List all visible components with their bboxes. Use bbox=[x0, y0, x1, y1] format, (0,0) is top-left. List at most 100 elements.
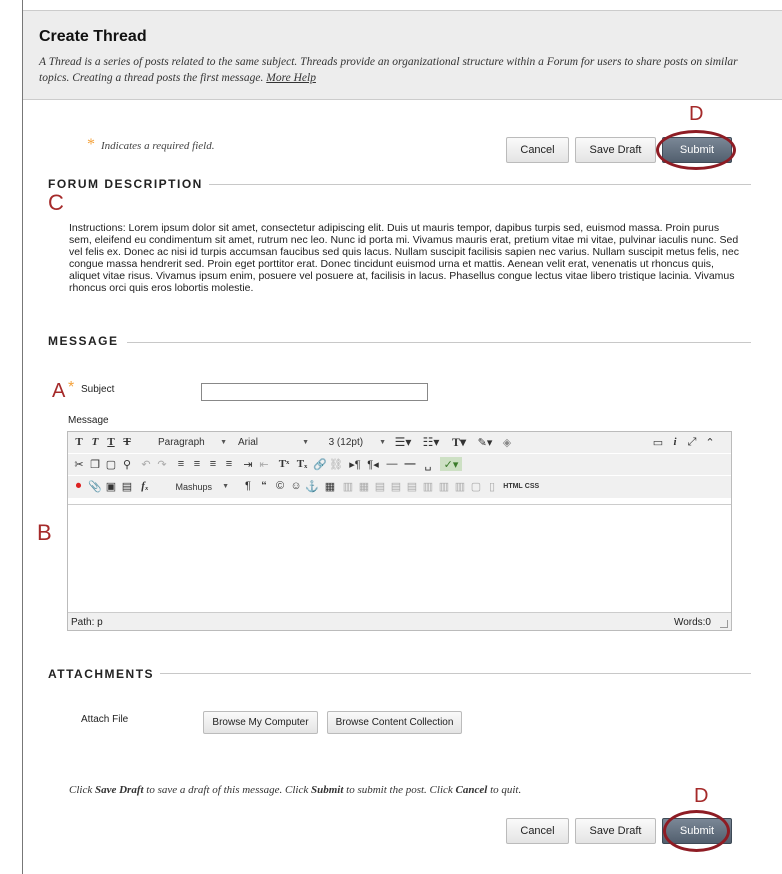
chevron-down-icon: ▼ bbox=[379, 439, 386, 446]
spellcheck-icon[interactable]: ✓▾ bbox=[440, 457, 462, 471]
eraser-icon[interactable]: ◈ bbox=[500, 435, 514, 449]
cancel-button-bottom[interactable]: Cancel bbox=[506, 818, 569, 844]
resize-handle-icon[interactable] bbox=[720, 620, 728, 628]
emoticon-icon[interactable]: ☺ bbox=[290, 479, 302, 493]
font-size-value: 3 (12pt) bbox=[328, 437, 364, 448]
copy-icon[interactable]: ❐ bbox=[89, 457, 101, 471]
align-right-icon[interactable]: ≡ bbox=[207, 457, 219, 471]
horizontal-rule-icon[interactable]: — bbox=[385, 457, 399, 471]
indent-icon[interactable]: ⇥ bbox=[242, 457, 254, 471]
footer-instructions: Click Save Draft to save a draft of this… bbox=[69, 784, 521, 796]
nonbreaking-line-icon[interactable]: — bbox=[403, 457, 417, 471]
fullscreen-icon[interactable]: ⤢ bbox=[685, 435, 699, 449]
annotation-b: B bbox=[37, 520, 52, 545]
redo-icon[interactable]: ↷ bbox=[156, 457, 168, 471]
align-center-icon[interactable]: ≡ bbox=[191, 457, 203, 471]
insert-col-after-icon[interactable]: ▥ bbox=[438, 479, 450, 493]
blockquote-icon[interactable]: “ bbox=[258, 479, 270, 493]
save-draft-button-bottom[interactable]: Save Draft bbox=[575, 818, 656, 844]
cancel-button-top[interactable]: Cancel bbox=[506, 137, 569, 163]
page-description: A Thread is a series of posts related to… bbox=[39, 54, 759, 86]
annotation-d-bottom: D bbox=[694, 785, 709, 807]
math-formula-icon[interactable]: fₓ bbox=[138, 479, 152, 493]
annotation-oval-bottom bbox=[663, 810, 730, 852]
collapse-toolbar-icon[interactable]: ⌃ bbox=[703, 435, 717, 449]
table-row-props-icon[interactable]: ▥ bbox=[342, 479, 354, 493]
word-count: Words:0 bbox=[673, 617, 711, 628]
insert-media-icon[interactable]: ▤ bbox=[121, 479, 133, 493]
link-icon[interactable]: 🔗 bbox=[313, 457, 327, 471]
strikethrough-icon[interactable]: T bbox=[121, 435, 133, 449]
insert-image-icon[interactable]: ▣ bbox=[105, 479, 117, 493]
mashups-label: Mashups bbox=[175, 481, 213, 492]
italic-icon[interactable]: T bbox=[89, 435, 101, 449]
css-source-button[interactable]: CSS bbox=[523, 479, 541, 493]
forum-description-divider bbox=[209, 184, 751, 185]
align-left-icon[interactable]: ≡ bbox=[175, 457, 187, 471]
browse-my-computer-button[interactable]: Browse My Computer bbox=[203, 711, 318, 734]
info-icon[interactable]: i bbox=[669, 435, 681, 449]
paste-icon[interactable]: ▢ bbox=[105, 457, 117, 471]
undo-icon[interactable]: ↶ bbox=[140, 457, 152, 471]
outdent-icon[interactable]: ⇤ bbox=[258, 457, 270, 471]
footer-text: to submit the post. Click bbox=[343, 784, 456, 796]
editor-toolbar-row-1: T T T T Paragraph ▼ Arial ▼ 3 (12pt) ▼ ☰▾ ☷… bbox=[68, 432, 731, 453]
subscript-icon[interactable]: Tₓ bbox=[295, 457, 309, 471]
insert-table-icon[interactable]: ▦ bbox=[324, 479, 336, 493]
numbered-list-icon[interactable]: ☷▾ bbox=[420, 435, 442, 449]
more-help-link[interactable]: More Help bbox=[266, 72, 316, 84]
subject-input[interactable] bbox=[201, 383, 428, 401]
footer-text: to save a draft of this message. Click bbox=[143, 784, 311, 796]
delete-col-icon[interactable]: ▥ bbox=[454, 479, 466, 493]
merge-cells-icon[interactable]: ▯ bbox=[486, 479, 498, 493]
editor-status-bar: Path: p Words:0 bbox=[68, 612, 731, 630]
chevron-down-icon: ▼ bbox=[222, 483, 229, 490]
youtube-icon[interactable]: ⏺ bbox=[72, 479, 85, 493]
font-family-dropdown[interactable]: Arial ▼ bbox=[238, 435, 313, 450]
copyright-icon[interactable]: © bbox=[274, 479, 286, 493]
annotation-a: A bbox=[52, 380, 66, 402]
attach-file-icon[interactable]: 📎 bbox=[88, 479, 102, 493]
insert-row-before-icon[interactable]: ▤ bbox=[374, 479, 386, 493]
underline-icon[interactable]: T bbox=[105, 435, 117, 449]
attach-file-label: Attach File bbox=[81, 714, 129, 725]
html-source-button[interactable]: HTML bbox=[503, 479, 523, 493]
message-heading: MESSAGE bbox=[48, 334, 119, 348]
superscript-icon[interactable]: Tˣ bbox=[277, 457, 291, 471]
font-size-dropdown[interactable]: 3 (12pt) ▼ bbox=[314, 435, 390, 450]
page-header: Create Thread A Thread is a series of po… bbox=[23, 10, 782, 100]
message-body-area[interactable] bbox=[68, 504, 731, 612]
subject-label: Subject bbox=[81, 384, 115, 395]
save-draft-button-top[interactable]: Save Draft bbox=[575, 137, 656, 163]
bold-icon[interactable]: T bbox=[73, 435, 85, 449]
split-cells-icon[interactable]: ▢ bbox=[470, 479, 482, 493]
attachments-heading: ATTACHMENTS bbox=[48, 667, 155, 681]
table-cell-props-icon[interactable]: ▦ bbox=[358, 479, 370, 493]
ltr-direction-icon[interactable]: ▸¶ bbox=[348, 457, 362, 471]
insert-col-before-icon[interactable]: ▥ bbox=[422, 479, 434, 493]
footer-text: Click bbox=[69, 784, 95, 796]
insert-row-after-icon[interactable]: ▤ bbox=[390, 479, 402, 493]
nonbreaking-space-icon[interactable]: ␣ bbox=[421, 457, 435, 471]
bullet-list-icon[interactable]: ☰▾ bbox=[392, 435, 414, 449]
text-color-icon[interactable]: T▾ bbox=[448, 435, 470, 449]
paragraph-format-dropdown[interactable]: Paragraph ▼ bbox=[158, 435, 231, 450]
editor-toolbar-row-3: ⏺ 📎 ▣ ▤ fₓ Mashups ▼ ¶ “ © ☺ ⚓ ▦ ▥ ▦ ▤ ▤ … bbox=[68, 476, 731, 498]
unlink-icon[interactable]: ⛓ bbox=[329, 457, 343, 471]
highlight-color-icon[interactable]: ✎▾ bbox=[474, 435, 496, 449]
message-editor: T T T T Paragraph ▼ Arial ▼ 3 (12pt) ▼ ☰▾ ☷… bbox=[67, 431, 732, 631]
footer-save-draft: Save Draft bbox=[94, 784, 144, 796]
preview-icon[interactable]: ▭ bbox=[651, 435, 665, 449]
required-star-icon: * bbox=[87, 136, 95, 153]
cut-icon[interactable]: ✂ bbox=[73, 457, 85, 471]
find-icon[interactable]: ⚲ bbox=[121, 457, 133, 471]
message-divider bbox=[127, 342, 751, 343]
rtl-direction-icon[interactable]: ¶◂ bbox=[366, 457, 380, 471]
delete-row-icon[interactable]: ▤ bbox=[406, 479, 418, 493]
mashups-dropdown[interactable]: Mashups ▼ bbox=[175, 479, 233, 494]
browse-content-collection-button[interactable]: Browse Content Collection bbox=[327, 711, 462, 734]
paragraph-mark-icon[interactable]: ¶ bbox=[242, 479, 254, 493]
align-justify-icon[interactable]: ≡ bbox=[223, 457, 235, 471]
annotation-d-top: D bbox=[689, 103, 704, 125]
anchor-icon[interactable]: ⚓ bbox=[305, 479, 319, 493]
